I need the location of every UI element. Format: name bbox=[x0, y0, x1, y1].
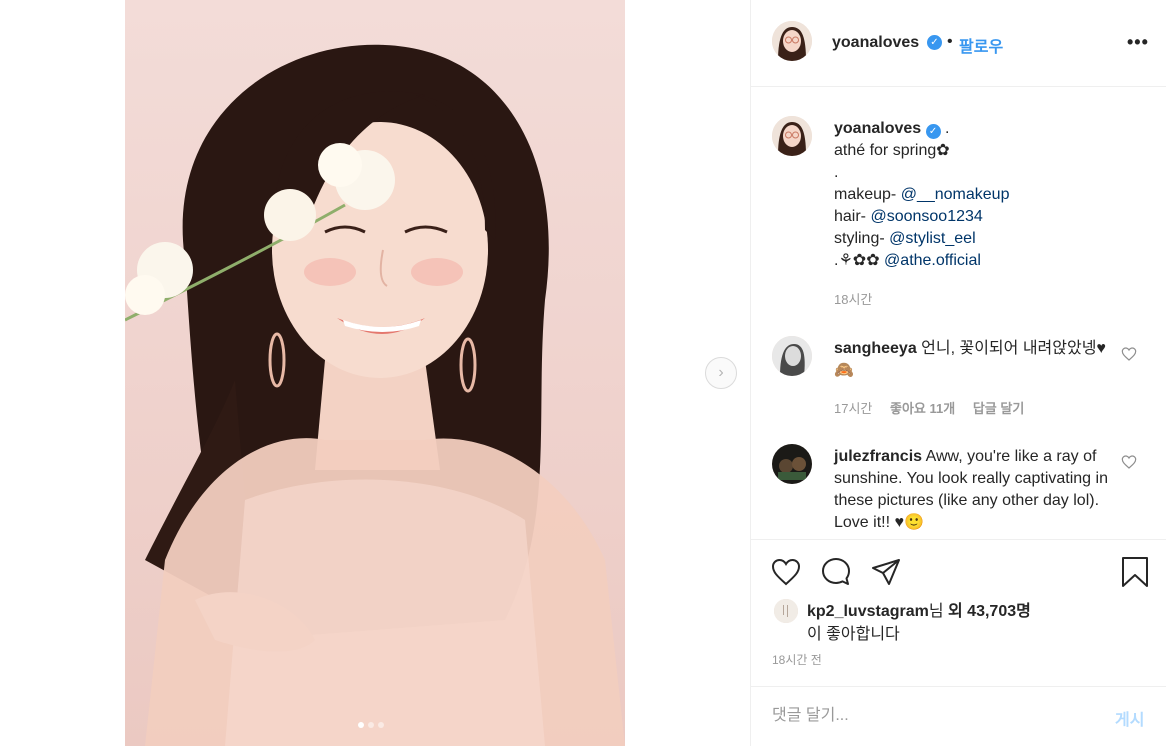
mention-link[interactable]: @stylist_eel bbox=[889, 230, 976, 247]
comment-like-heart-icon[interactable] bbox=[1121, 454, 1137, 470]
comment-time[interactable]: 17시간 bbox=[834, 401, 872, 416]
commenter-avatar[interactable] bbox=[772, 444, 812, 484]
caption-line: . bbox=[834, 164, 839, 181]
slide-dot bbox=[368, 722, 374, 728]
media-area: › bbox=[0, 0, 750, 746]
verified-badge-icon: ✓ bbox=[925, 124, 941, 139]
caption-meta: 18시간 bbox=[834, 289, 886, 308]
avatar-image bbox=[774, 599, 798, 623]
heart-icon[interactable] bbox=[770, 556, 802, 588]
separator-dot: • bbox=[947, 33, 953, 50]
slide-dot bbox=[378, 722, 384, 728]
comment-text: julezfrancis Aww, you're like a ray of s… bbox=[834, 446, 1114, 534]
caption-line: athé for spring✿ bbox=[834, 142, 950, 159]
caption-author-avatar[interactable] bbox=[772, 116, 812, 156]
slide-dot bbox=[358, 722, 364, 728]
likes-line-2: 이 좋아합니다 bbox=[807, 626, 900, 643]
comment-text: sangheeya 언니, 꽃이되어 내려앉았넹♥🙈 bbox=[834, 338, 1114, 382]
avatar-image bbox=[772, 336, 812, 376]
likes-line: kp2_luvstagram님 외 43,703명 bbox=[807, 597, 1031, 621]
liker-avatar[interactable] bbox=[774, 599, 798, 623]
photo-illustration bbox=[125, 44, 625, 746]
post-header: yoanaloves ✓ • 팔로우 ••• bbox=[751, 0, 1166, 87]
credit-line: styling- @stylist_eel bbox=[834, 228, 1114, 250]
next-slide-button[interactable]: › bbox=[705, 357, 737, 389]
credit-label: styling- bbox=[834, 230, 890, 247]
comment-likes-count[interactable]: 좋아요 11개 bbox=[890, 401, 955, 416]
share-icon[interactable] bbox=[870, 556, 902, 588]
comment-input[interactable] bbox=[772, 703, 1072, 729]
author-avatar[interactable] bbox=[772, 21, 812, 61]
likes-suffix: 님 bbox=[928, 603, 949, 620]
mention-link[interactable]: @athe.official bbox=[884, 252, 981, 269]
avatar-image bbox=[772, 21, 812, 61]
caption-text: yoanaloves ✓ . athé for spring✿ . makeup… bbox=[834, 118, 1114, 272]
comment-meta: 17시간 좋아요 11개 답글 달기 bbox=[834, 398, 1038, 417]
liker-username[interactable]: kp2_luvstagram bbox=[807, 603, 929, 620]
bookmark-icon[interactable] bbox=[1119, 556, 1151, 588]
author-username[interactable]: yoanaloves bbox=[832, 34, 919, 52]
mention-link[interactable]: @__nomakeup bbox=[901, 186, 1010, 203]
follow-button[interactable]: 팔로우 bbox=[959, 33, 1003, 57]
instagram-post-modal: › yoanaloves ✓ • 팔로우 ••• yoanaloves ✓ . … bbox=[0, 0, 1166, 746]
credit-label: makeup- bbox=[834, 186, 901, 203]
comment-icon[interactable] bbox=[820, 556, 852, 588]
credit-line: .⚘✿✿ @athe.official bbox=[834, 250, 1114, 272]
avatar-image bbox=[772, 444, 812, 484]
credit-line: makeup- @__nomakeup bbox=[834, 184, 1114, 206]
comment-like-heart-icon[interactable] bbox=[1121, 346, 1137, 362]
more-options-icon[interactable]: ••• bbox=[1127, 32, 1149, 53]
add-comment-section: 게시 bbox=[751, 686, 1166, 746]
slide-indicator bbox=[358, 722, 384, 728]
mention-link[interactable]: @soonsoo1234 bbox=[870, 208, 982, 225]
caption-time[interactable]: 18시간 bbox=[834, 292, 872, 307]
post-comment-button[interactable]: 게시 bbox=[1115, 706, 1144, 730]
commenter-username[interactable]: sangheeya bbox=[834, 340, 917, 357]
caption-first-line: . bbox=[940, 120, 950, 137]
comments-list[interactable]: yoanaloves ✓ . athé for spring✿ . makeup… bbox=[751, 88, 1166, 538]
reply-button[interactable]: 답글 달기 bbox=[973, 401, 1024, 416]
commenter-avatar[interactable] bbox=[772, 336, 812, 376]
post-actions-bar bbox=[751, 539, 1166, 589]
post-photo[interactable] bbox=[125, 0, 625, 746]
credit-line: hair- @soonsoo1234 bbox=[834, 206, 1114, 228]
caption-username[interactable]: yoanaloves bbox=[834, 120, 921, 137]
commenter-username[interactable]: julezfrancis bbox=[834, 448, 922, 465]
credit-label: .⚘✿✿ bbox=[834, 252, 885, 269]
post-side-panel: yoanaloves ✓ • 팔로우 ••• yoanaloves ✓ . at… bbox=[750, 0, 1166, 746]
likes-count[interactable]: 외 43,703명 bbox=[948, 603, 1031, 620]
credit-label: hair- bbox=[834, 208, 871, 225]
avatar-image bbox=[772, 116, 812, 156]
post-timestamp[interactable]: 18시간 전 bbox=[772, 651, 822, 668]
verified-badge-icon: ✓ bbox=[927, 35, 942, 50]
